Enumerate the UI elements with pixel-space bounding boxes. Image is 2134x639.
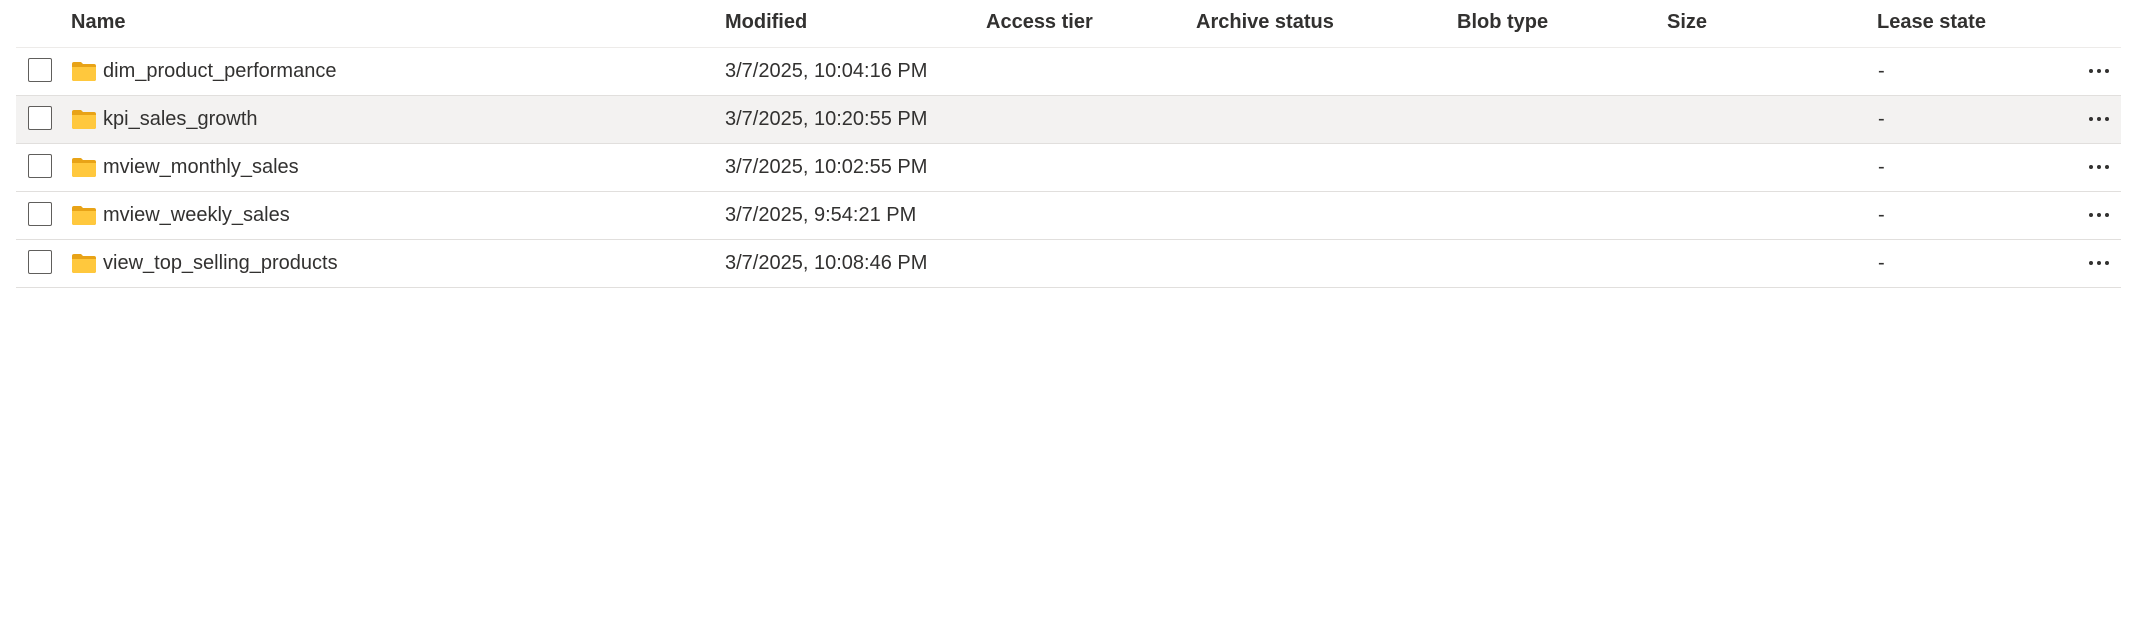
row-modified: 3/7/2025, 9:54:21 PM bbox=[725, 204, 917, 226]
more-options-button[interactable] bbox=[2082, 152, 2116, 182]
more-options-button[interactable] bbox=[2082, 200, 2116, 230]
column-header-archive-status[interactable]: Archive status bbox=[1196, 10, 1334, 34]
blob-list-grid: Name Modified Access tier Archive status… bbox=[16, 0, 2121, 288]
row-name[interactable]: dim_product_performance bbox=[103, 59, 336, 83]
column-header-modified[interactable]: Modified bbox=[725, 10, 807, 34]
row-name[interactable]: mview_monthly_sales bbox=[103, 155, 299, 179]
column-header-lease-state[interactable]: Lease state bbox=[1877, 10, 1986, 34]
more-options-button[interactable] bbox=[2082, 56, 2116, 86]
ellipsis-icon bbox=[2089, 69, 2109, 73]
table-row[interactable]: mview_monthly_sales 3/7/2025, 10:02:55 P… bbox=[16, 144, 2121, 192]
folder-icon bbox=[71, 252, 97, 274]
table-row[interactable]: mview_weekly_sales 3/7/2025, 9:54:21 PM … bbox=[16, 192, 2121, 240]
row-name[interactable]: mview_weekly_sales bbox=[103, 203, 290, 227]
column-header-size[interactable]: Size bbox=[1667, 10, 1707, 34]
row-modified: 3/7/2025, 10:20:55 PM bbox=[725, 108, 928, 130]
more-options-button[interactable] bbox=[2082, 248, 2116, 278]
row-lease-state: - bbox=[1878, 156, 1885, 178]
row-checkbox[interactable] bbox=[28, 154, 52, 178]
table-row[interactable]: view_top_selling_products 3/7/2025, 10:0… bbox=[16, 240, 2121, 288]
ellipsis-icon bbox=[2089, 165, 2109, 169]
ellipsis-icon bbox=[2089, 117, 2109, 121]
column-header-access-tier[interactable]: Access tier bbox=[986, 10, 1093, 34]
row-lease-state: - bbox=[1878, 204, 1885, 226]
row-checkbox[interactable] bbox=[28, 58, 52, 82]
row-lease-state: - bbox=[1878, 252, 1885, 274]
row-checkbox[interactable] bbox=[28, 250, 52, 274]
row-checkbox[interactable] bbox=[28, 202, 52, 226]
more-options-button[interactable] bbox=[2082, 104, 2116, 134]
folder-icon bbox=[71, 108, 97, 130]
folder-icon bbox=[71, 156, 97, 178]
table-row[interactable]: kpi_sales_growth 3/7/2025, 10:20:55 PM - bbox=[16, 96, 2121, 144]
table-row[interactable]: dim_product_performance 3/7/2025, 10:04:… bbox=[16, 48, 2121, 96]
row-modified: 3/7/2025, 10:04:16 PM bbox=[725, 60, 928, 82]
ellipsis-icon bbox=[2089, 213, 2109, 217]
row-lease-state: - bbox=[1878, 60, 1885, 82]
column-header-row: Name Modified Access tier Archive status… bbox=[16, 0, 2121, 48]
column-header-blob-type[interactable]: Blob type bbox=[1457, 10, 1548, 34]
column-header-name[interactable]: Name bbox=[71, 10, 125, 34]
row-lease-state: - bbox=[1878, 108, 1885, 130]
row-name[interactable]: view_top_selling_products bbox=[103, 251, 338, 275]
row-name[interactable]: kpi_sales_growth bbox=[103, 107, 258, 131]
row-checkbox[interactable] bbox=[28, 106, 52, 130]
row-modified: 3/7/2025, 10:02:55 PM bbox=[725, 156, 928, 178]
folder-icon bbox=[71, 60, 97, 82]
table-body: dim_product_performance 3/7/2025, 10:04:… bbox=[16, 48, 2121, 288]
folder-icon bbox=[71, 204, 97, 226]
row-modified: 3/7/2025, 10:08:46 PM bbox=[725, 252, 928, 274]
ellipsis-icon bbox=[2089, 261, 2109, 265]
